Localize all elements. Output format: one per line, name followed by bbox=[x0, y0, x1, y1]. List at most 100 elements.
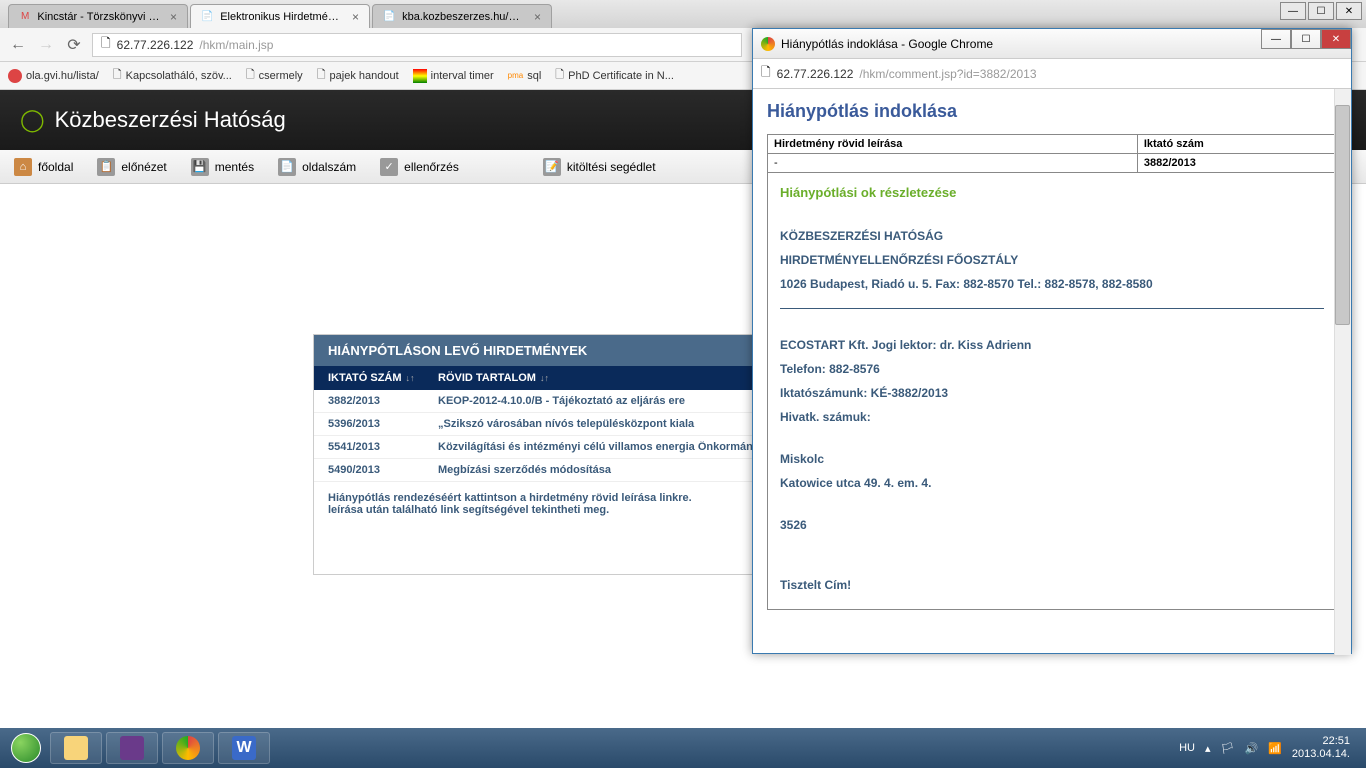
bookmark-item[interactable]: 🗋Kapcsolatháló, szöv... bbox=[113, 66, 232, 85]
bookmark-item[interactable]: pmasql bbox=[508, 70, 542, 82]
scrollbar-thumb[interactable] bbox=[1335, 105, 1350, 325]
popup-address-bar[interactable]: 🗋 62.77.226.122/hkm/comment.jsp?id=3882/… bbox=[753, 59, 1351, 89]
popup-window-controls: ― ☐ ✕ bbox=[1261, 29, 1351, 49]
page-title: Közbeszerzési Hatóság bbox=[55, 107, 286, 133]
popup-text: Tisztelt Cím! bbox=[780, 573, 1324, 597]
divider bbox=[780, 308, 1324, 309]
maximize-button[interactable]: ☐ bbox=[1308, 2, 1334, 20]
tray-lang[interactable]: HU bbox=[1179, 742, 1195, 754]
task-explorer[interactable] bbox=[50, 732, 102, 764]
popup-titlebar[interactable]: Hiánypótlás indoklása - Google Chrome ― … bbox=[753, 29, 1351, 59]
sort-arrows-icon[interactable]: ↓↑ bbox=[406, 373, 415, 383]
reload-button[interactable]: ⟳ bbox=[64, 35, 84, 55]
column-header-id[interactable]: IKTATÓ SZÁM bbox=[328, 372, 402, 384]
tool-label: ellenőrzés bbox=[404, 160, 459, 174]
minimize-button[interactable]: ― bbox=[1261, 29, 1291, 49]
bookmark-label: ola.gvi.hu/lista/ bbox=[26, 70, 99, 82]
row-id: 5541/2013 bbox=[328, 441, 438, 453]
bookmark-label: interval timer bbox=[431, 70, 494, 82]
th-desc: Hirdetmény rövid leírása bbox=[768, 135, 1138, 154]
tool-pagenum[interactable]: 📄oldalszám bbox=[278, 158, 356, 176]
task-chrome[interactable] bbox=[162, 732, 214, 764]
browser-tab-0[interactable]: M Kincstár - Törzskönyvi ada... × bbox=[8, 4, 188, 28]
ring-icon: ◯ bbox=[20, 107, 45, 133]
close-icon[interactable]: × bbox=[170, 10, 177, 24]
row-id: 5490/2013 bbox=[328, 464, 438, 476]
bookmark-label: sql bbox=[527, 70, 541, 82]
address-bar[interactable]: 🗋 62.77.226.122/hkm/main.jsp bbox=[92, 33, 742, 57]
popup-text: KÖZBESZERZÉSI HATÓSÁG bbox=[780, 224, 1324, 248]
browser-tab-1[interactable]: 📄 Elektronikus Hirdetmény F × bbox=[190, 4, 370, 28]
bookmark-label: pajek handout bbox=[330, 70, 399, 82]
gmail-icon: M bbox=[19, 10, 31, 24]
window-controls: ― ☐ ✕ bbox=[1280, 2, 1362, 20]
page-icon: 📄 bbox=[278, 158, 296, 176]
tray-flag-icon[interactable]: 🏳 bbox=[1221, 742, 1235, 755]
tool-label: főoldal bbox=[38, 160, 73, 174]
sort-arrows-icon[interactable]: ↓↑ bbox=[540, 373, 549, 383]
row-id: 5396/2013 bbox=[328, 418, 438, 430]
bookmark-item[interactable]: 🗋PhD Certificate in N... bbox=[555, 66, 674, 85]
tray-time: 22:51 bbox=[1292, 735, 1350, 748]
tray-up-icon[interactable]: ▴ bbox=[1205, 742, 1211, 755]
tool-home[interactable]: ⌂ főoldal bbox=[14, 158, 73, 176]
system-tray: HU ▴ 🏳 🔊 📶 22:51 2013.04.14. bbox=[1179, 735, 1360, 761]
popup-info-table: Hirdetmény rövid leírása Iktató szám - 3… bbox=[767, 134, 1337, 173]
popup-text: ECOSTART Kft. Jogi lektor: dr. Kiss Adri… bbox=[780, 333, 1324, 357]
popup-text: Hivatk. számuk: bbox=[780, 405, 1324, 429]
tray-clock[interactable]: 22:51 2013.04.14. bbox=[1292, 735, 1350, 761]
preview-icon: 📋 bbox=[97, 158, 115, 176]
home-icon: ⌂ bbox=[14, 158, 32, 176]
taskbar: W HU ▴ 🏳 🔊 📶 22:51 2013.04.14. bbox=[0, 728, 1366, 768]
page-icon: 📄 bbox=[383, 10, 396, 24]
page-icon: 🗋 bbox=[761, 63, 771, 84]
popup-text: 3526 bbox=[780, 513, 1324, 537]
start-button[interactable] bbox=[6, 733, 46, 763]
scrollbar[interactable] bbox=[1334, 89, 1351, 655]
close-icon[interactable]: × bbox=[352, 10, 359, 24]
popup-text: Telefon: 882-8576 bbox=[780, 357, 1324, 381]
column-header-desc[interactable]: RÖVID TARTALOM bbox=[438, 372, 536, 384]
td-id: 3882/2013 bbox=[1137, 154, 1336, 173]
page-icon: 🗋 bbox=[113, 66, 122, 85]
url-host: 62.77.226.122 bbox=[117, 38, 194, 52]
popup-title-text: Hiánypótlás indoklása - Google Chrome bbox=[781, 37, 993, 51]
tool-preview[interactable]: 📋előnézet bbox=[97, 158, 166, 176]
tab-title: Kincstár - Törzskönyvi ada... bbox=[37, 11, 160, 23]
task-word[interactable]: W bbox=[218, 732, 270, 764]
flag-icon bbox=[413, 69, 427, 83]
bookmark-item[interactable]: 🗋csermely bbox=[246, 66, 303, 85]
tool-label: kitöltési segédlet bbox=[567, 160, 656, 174]
browser-tabs-bar: M Kincstár - Törzskönyvi ada... × 📄 Elek… bbox=[0, 0, 1366, 28]
app-icon bbox=[120, 736, 144, 760]
explorer-icon bbox=[64, 736, 88, 760]
tray-speaker-icon[interactable]: 🔊 bbox=[1244, 742, 1258, 755]
windows-icon bbox=[11, 733, 41, 763]
popup-text: HIRDETMÉNYELLENŐRZÉSI FŐOSZTÁLY bbox=[780, 248, 1324, 272]
bookmark-item[interactable]: interval timer bbox=[413, 69, 494, 83]
browser-tab-2[interactable]: 📄 kba.kozbeszerzes.hu/ekt/p × bbox=[372, 4, 552, 28]
th-id: Iktató szám bbox=[1137, 135, 1336, 154]
tray-date: 2013.04.14. bbox=[1292, 748, 1350, 761]
help-icon: 📝 bbox=[543, 158, 561, 176]
tray-wifi-icon[interactable]: 📶 bbox=[1268, 742, 1282, 755]
popup-text: 1026 Budapest, Riadó u. 5. Fax: 882-8570… bbox=[780, 272, 1324, 296]
close-icon[interactable]: × bbox=[534, 10, 541, 24]
popup-url-path: /hkm/comment.jsp?id=3882/2013 bbox=[859, 67, 1036, 81]
minimize-button[interactable]: ― bbox=[1280, 2, 1306, 20]
back-button[interactable]: ← bbox=[8, 35, 28, 55]
tool-save[interactable]: 💾mentés bbox=[191, 158, 254, 176]
tool-help[interactable]: 📝 kitöltési segédlet bbox=[543, 158, 656, 176]
close-button[interactable]: ✕ bbox=[1336, 2, 1362, 20]
bookmark-item[interactable]: ola.gvi.hu/lista/ bbox=[8, 69, 99, 83]
bookmark-item[interactable]: 🗋pajek handout bbox=[317, 66, 399, 85]
forward-button[interactable]: → bbox=[36, 35, 56, 55]
maximize-button[interactable]: ☐ bbox=[1291, 29, 1321, 49]
close-button[interactable]: ✕ bbox=[1321, 29, 1351, 49]
tool-check[interactable]: ✓ellenőrzés bbox=[380, 158, 459, 176]
plus-icon bbox=[8, 69, 22, 83]
tab-title: Elektronikus Hirdetmény F bbox=[220, 11, 342, 23]
task-app[interactable] bbox=[106, 732, 158, 764]
row-id: 3882/2013 bbox=[328, 395, 438, 407]
tab-title: kba.kozbeszerzes.hu/ekt/p bbox=[402, 11, 524, 23]
